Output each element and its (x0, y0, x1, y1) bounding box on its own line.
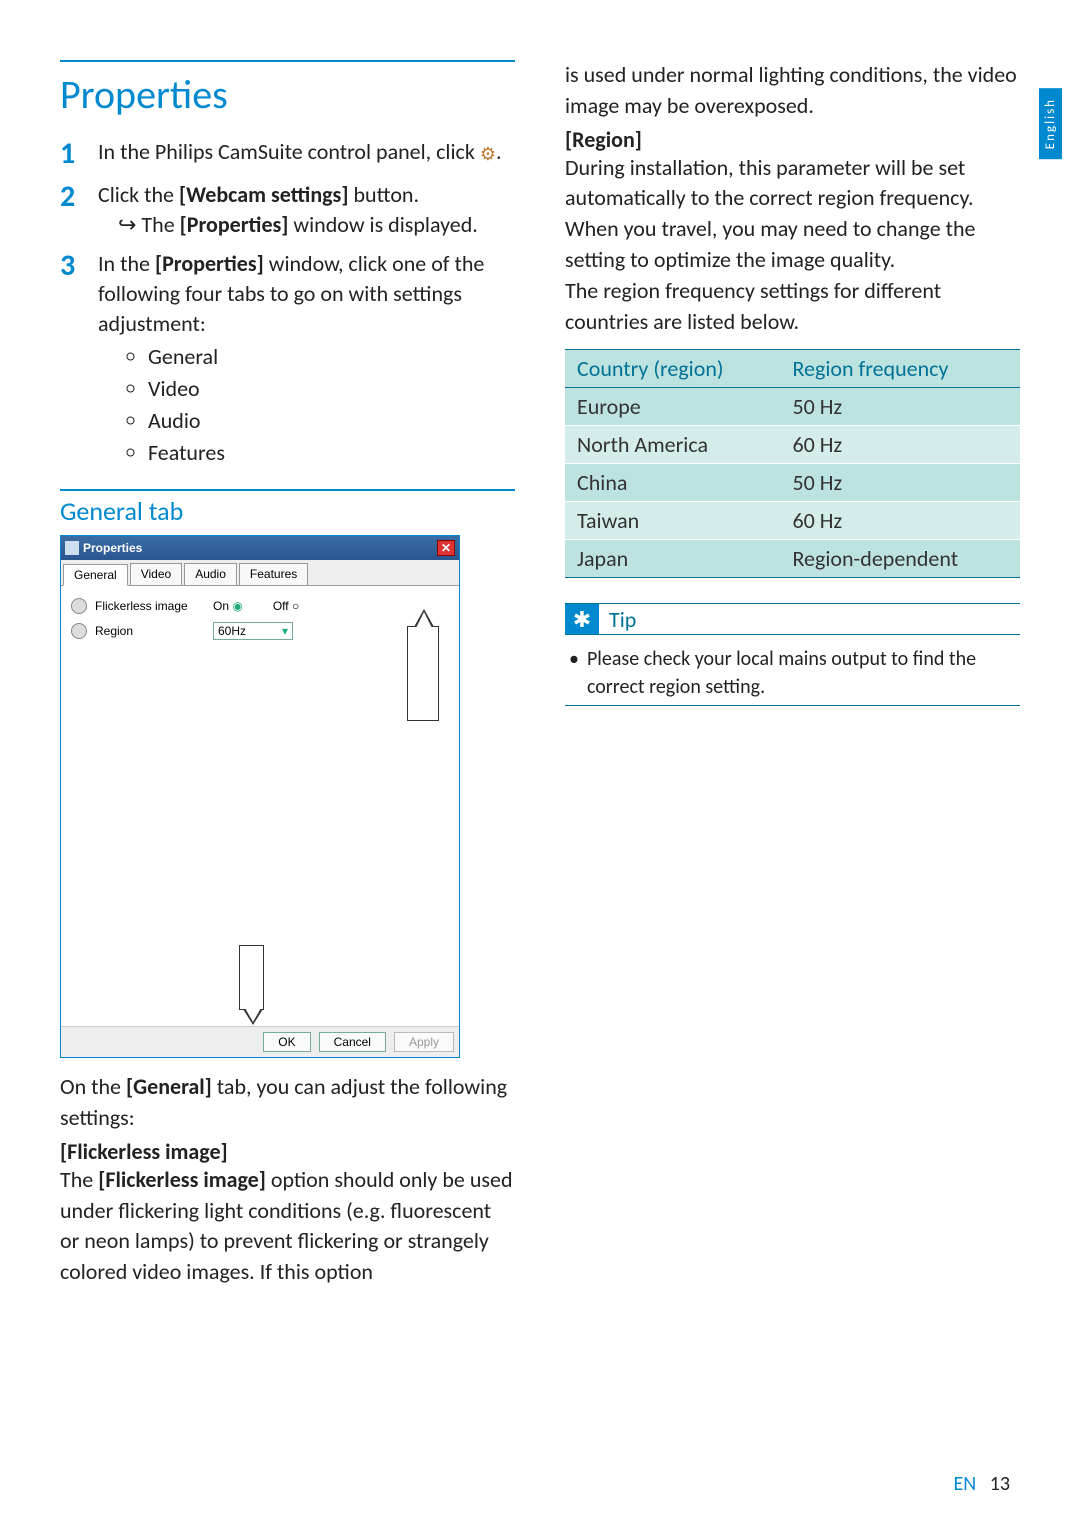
section-title: Properties (60, 60, 515, 119)
table-row: Europe50 Hz (565, 388, 1020, 426)
tab-general[interactable]: General (63, 564, 128, 586)
tip-text: Please check your local mains output to … (565, 635, 1020, 706)
step-3-item: Audio (148, 406, 515, 436)
step-3-item: Video (148, 374, 515, 404)
region-body: During installation, this parameter will… (565, 153, 1020, 276)
page-footer: EN 13 (953, 1472, 1010, 1496)
table-header-frequency: Region frequency (780, 350, 1020, 388)
step-number-1: 1 (60, 137, 98, 170)
region-label: Region (95, 624, 205, 638)
callout-arrow-region (407, 626, 439, 721)
chevron-down-icon: ▾ (282, 624, 288, 638)
table-header-country: Country (region) (565, 350, 780, 388)
tab-features[interactable]: Features (239, 563, 308, 585)
table-row: JapanRegion-dependent (565, 540, 1020, 578)
table-row: North America60 Hz (565, 426, 1020, 464)
step-3-body: In the [Properties] window, click one of… (98, 249, 515, 469)
app-icon (65, 541, 79, 555)
region-select[interactable]: 60Hz▾ (213, 622, 293, 640)
tabs-row: General Video Audio Features (61, 560, 459, 586)
region-heading: [Region] (565, 126, 1020, 153)
callout-arrow-ok (239, 945, 264, 1010)
step-number-2: 2 (60, 180, 98, 213)
properties-window: Properties ✕ General Video Audio Feature… (60, 535, 460, 1058)
flickerless-off-radio[interactable]: Off ○ (273, 599, 299, 613)
cancel-button[interactable]: Cancel (319, 1032, 386, 1052)
apply-button[interactable]: Apply (394, 1032, 454, 1052)
tip-label: Tip (609, 606, 636, 633)
step-3-item: General (148, 342, 515, 372)
tip-icon: ✱ (565, 604, 599, 634)
flicker-continuation: is used under normal lighting conditions… (565, 60, 1020, 122)
step-1-body: In the Philips CamSuite control panel, c… (98, 137, 515, 167)
general-tab-heading: General tab (60, 489, 515, 527)
general-intro: On the [General] tab, you can adjust the… (60, 1072, 515, 1134)
flickerless-label: Flickerless image (95, 599, 205, 613)
region-frequency-table: Country (region) Region frequency Europe… (565, 349, 1020, 578)
language-side-tab: English (1039, 88, 1062, 159)
region-icon (71, 623, 87, 639)
table-row: Taiwan60 Hz (565, 502, 1020, 540)
table-row: China50 Hz (565, 464, 1020, 502)
flickerless-heading: [Flickerless image] (60, 1138, 515, 1165)
gear-icon: ⚙ (480, 142, 496, 166)
tab-audio[interactable]: Audio (184, 563, 237, 585)
flickerless-icon (71, 598, 87, 614)
flickerless-on-radio[interactable]: On ◉ (213, 599, 243, 613)
flickerless-body: The [Flickerless image] option should on… (60, 1165, 515, 1288)
tip-box: ✱ Tip Please check your local mains outp… (565, 603, 1020, 706)
step-2-body: Click the [Webcam settings] button. The … (98, 180, 515, 239)
step-number-3: 3 (60, 249, 98, 282)
ok-button[interactable]: OK (263, 1032, 310, 1052)
step-3-item: Features (148, 438, 515, 468)
region-body-2: The region frequency settings for differ… (565, 276, 1020, 338)
tab-video[interactable]: Video (130, 563, 182, 585)
window-titlebar: Properties ✕ (61, 536, 459, 560)
close-icon[interactable]: ✕ (437, 540, 455, 556)
